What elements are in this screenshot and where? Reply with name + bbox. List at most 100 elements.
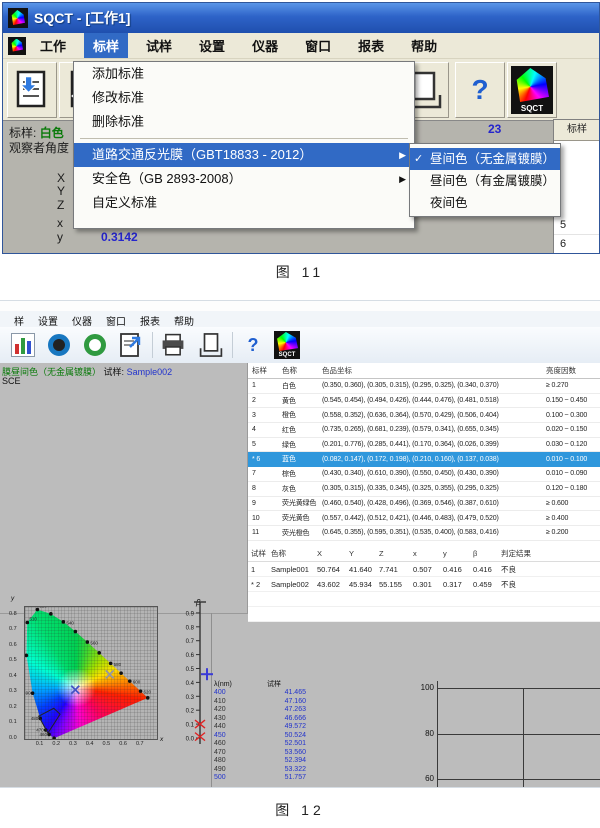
menubar-item[interactable]: 试样	[137, 33, 181, 58]
sample-row[interactable]: * 2Sample00243.60245.93455.1550.3010.317…	[248, 577, 600, 592]
help-button[interactable]: ?	[238, 330, 268, 360]
menubar-item[interactable]: 样	[14, 313, 24, 328]
spectral-row[interactable]: 48052.394	[210, 757, 316, 766]
cell: (0.201, 0.776), (0.285, 0.441), (0.170, …	[318, 437, 542, 452]
spectral-row[interactable]: 50051.757	[210, 774, 316, 783]
menu-item[interactable]: 自定义标准	[74, 191, 414, 215]
cell: 0.416	[470, 562, 498, 577]
cell	[498, 592, 548, 607]
cell: 0.100 ~ 0.300	[542, 408, 600, 423]
menubar-item[interactable]: 报表	[140, 313, 160, 328]
standard-row[interactable]: 1白色(0.350, 0.360), (0.305, 0.315), (0.29…	[248, 379, 600, 394]
spectral-row[interactable]: 41047.160	[210, 698, 316, 707]
measure-mode-text: SCE	[2, 376, 21, 386]
sample-row[interactable]: 1Sample00150.76441.6407.7410.5070.4160.4…	[248, 562, 600, 577]
menu-item[interactable]: 道路交通反光膜（GBT18833 - 2012）▶	[74, 143, 414, 167]
spectral-row[interactable]: 43046.666	[210, 715, 316, 724]
cell: 4	[248, 423, 278, 438]
print-preview-button[interactable]	[196, 330, 226, 360]
cell	[248, 607, 268, 622]
window-top-strip	[0, 301, 600, 311]
sqct-logo-blob	[11, 10, 25, 25]
standard-list-row[interactable]: 5	[554, 216, 600, 235]
menubar-item[interactable]: 标样	[84, 33, 128, 58]
cell	[346, 607, 376, 622]
standard-row[interactable]: 7棕色(0.430, 0.340), (0.610, 0.390), (0.55…	[248, 467, 600, 482]
standard-row[interactable]: 3橙色(0.558, 0.352), (0.636, 0.364), (0.57…	[248, 408, 600, 423]
standard-row[interactable]: 5绿色(0.201, 0.776), (0.285, 0.441), (0.17…	[248, 437, 600, 452]
print-button[interactable]	[158, 330, 188, 360]
svg-text:0.2: 0.2	[186, 709, 195, 715]
column-header: Y	[346, 545, 376, 562]
cell: 0.459	[470, 577, 498, 592]
chart-view-button[interactable]	[8, 330, 38, 360]
menubar-item[interactable]: 设置	[38, 313, 58, 328]
spectral-row[interactable]: 42047.263	[210, 706, 316, 715]
standard-row[interactable]: 11荧光橙色(0.645, 0.355), (0.595, 0.351), (0…	[248, 525, 600, 540]
menubar-item[interactable]: 设置	[190, 33, 234, 58]
cell: 荧光橙色	[278, 525, 318, 540]
export-report-button[interactable]	[116, 330, 146, 360]
cell: 红色	[278, 423, 318, 438]
menu-item[interactable]: 添加标准	[74, 62, 414, 86]
menubar-item[interactable]: 帮助	[174, 313, 194, 328]
measure-standard-button[interactable]	[44, 330, 74, 360]
cell: 不良	[498, 577, 548, 592]
sqct-about-button[interactable]: SQCT	[507, 62, 557, 118]
cell: 43.602	[314, 577, 346, 592]
cell	[440, 607, 470, 622]
menu-item[interactable]: 删除标准	[74, 110, 414, 134]
menubar-item[interactable]: 仪器	[243, 33, 287, 58]
menubar-item[interactable]: 窗口	[106, 313, 126, 328]
cell: 11	[248, 525, 278, 540]
submenu-item[interactable]: ✓昼间色（无金属镀膜）	[410, 148, 560, 170]
y-tick-label: 0.1	[9, 719, 17, 725]
spectral-row[interactable]: 47053.560	[210, 749, 316, 758]
svg-text:0.8: 0.8	[186, 625, 195, 631]
column-header: x	[410, 545, 440, 562]
column-header: 亮度因数	[542, 363, 600, 379]
menubar-item[interactable]: 仪器	[72, 313, 92, 328]
help-button[interactable]: ?	[455, 62, 505, 118]
submenu-item[interactable]: 昼间色（有金属镀膜）	[410, 170, 560, 192]
standard-label: 标样:	[9, 126, 36, 140]
menu-item[interactable]: 安全色（GB 2893-2008）▶	[74, 167, 414, 191]
measure-sample-button[interactable]	[80, 330, 110, 360]
standard-list-button[interactable]	[7, 62, 57, 118]
svg-text:470: 470	[36, 728, 44, 733]
cell: 0.317	[440, 577, 470, 592]
cell: 白色	[278, 379, 318, 394]
value-cell: 52.394	[263, 757, 316, 766]
standard-menu-dropdown: 添加标准修改标准删除标准道路交通反光膜（GBT18833 - 2012）▶安全色…	[73, 61, 415, 229]
svg-text:460: 460	[40, 732, 48, 737]
spectral-row[interactable]: 45050.524	[210, 732, 316, 741]
submenu-item[interactable]: 夜间色	[410, 192, 560, 214]
menu-item[interactable]: 修改标准	[74, 86, 414, 110]
y-chroma-label: y	[57, 230, 63, 244]
cell: (0.735, 0.265), (0.681, 0.239), (0.579, …	[318, 423, 542, 438]
standard-row[interactable]: 4红色(0.735, 0.265), (0.681, 0.239), (0.57…	[248, 423, 600, 438]
standard-row[interactable]: 10荧光黄色(0.557, 0.442), (0.512, 0.421), (0…	[248, 511, 600, 526]
standard-row[interactable]: 2黄色(0.545, 0.454), (0.494, 0.426), (0.44…	[248, 393, 600, 408]
sqct-about-button[interactable]: SQCT	[272, 330, 302, 360]
standard-row[interactable]: 8灰色(0.305, 0.315), (0.335, 0.345), (0.32…	[248, 481, 600, 496]
value-cell: 49.572	[263, 723, 316, 732]
cell: (0.645, 0.355), (0.595, 0.351), (0.535, …	[318, 525, 542, 540]
menubar-item[interactable]: 窗口	[296, 33, 340, 58]
cell: (0.305, 0.315), (0.335, 0.345), (0.325, …	[318, 481, 542, 496]
column-header: Z	[376, 545, 410, 562]
standard-list-row[interactable]: 6	[554, 235, 600, 254]
standard-row[interactable]: * 6蓝色(0.082, 0.147), (0.172, 0.198), (0.…	[248, 452, 600, 467]
spectral-row[interactable]: 40041.465	[210, 689, 316, 698]
cell: 1	[248, 562, 268, 577]
standard-row[interactable]: 9荧光黄绿色(0.460, 0.540), (0.428, 0.496), (0…	[248, 496, 600, 511]
title-bar[interactable]: SQCT - [工作1]	[3, 3, 599, 33]
spectral-row[interactable]: 46052.501	[210, 740, 316, 749]
menubar-item[interactable]: 工作	[31, 33, 75, 58]
spectral-row[interactable]: 49053.322	[210, 766, 316, 775]
chart-gridline-horizontal	[437, 779, 600, 780]
svg-text:510: 510	[29, 616, 37, 621]
menubar-item[interactable]: 帮助	[402, 33, 446, 58]
spectral-row[interactable]: 44049.572	[210, 723, 316, 732]
menubar-item[interactable]: 报表	[349, 33, 393, 58]
